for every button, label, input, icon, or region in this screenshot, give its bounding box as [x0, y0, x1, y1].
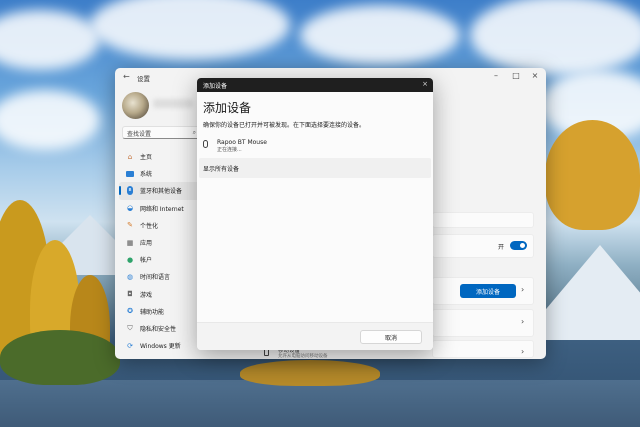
sidebar-item-label: 应用 — [140, 240, 153, 248]
dialog-footer: 取消 — [197, 322, 433, 350]
chevron-right-icon[interactable]: › — [521, 347, 524, 356]
sidebar-item-label: 个性化 — [140, 222, 159, 230]
wallpaper-cloud — [0, 90, 100, 150]
sidebar-item-label: 主页 — [140, 154, 153, 162]
user-icon: ● — [126, 255, 134, 264]
sidebar-item-label: 游戏 — [140, 291, 153, 299]
sidebar-item-personalization[interactable]: ✎ 个性化 — [119, 217, 199, 234]
maximize-icon[interactable]: □ — [509, 71, 523, 80]
display-icon — [125, 169, 135, 179]
home-icon: ⌂ — [127, 152, 133, 161]
wallpaper-tree — [240, 360, 380, 386]
close-icon[interactable]: × — [422, 80, 428, 88]
wallpaper-cloud — [0, 10, 100, 70]
device-status: 正在连接... — [217, 147, 242, 153]
bluetooth-toggle-label: 开 — [498, 244, 505, 251]
sidebar-item-label: 网络和 Internet — [140, 205, 184, 213]
settings-title: 设置 — [137, 75, 150, 83]
back-arrow-icon[interactable]: ← — [123, 72, 130, 81]
search-icon: ⌕ — [192, 129, 196, 136]
sidebar-item-privacy[interactable]: ⛉ 隐私和安全性 — [119, 320, 199, 337]
show-all-devices-label: 显示所有设备 — [203, 166, 240, 173]
wallpaper-tree — [545, 120, 640, 230]
update-icon: ⟳ — [127, 341, 133, 350]
accessibility-icon: ✪ — [127, 307, 133, 316]
sidebar-item-windows-update[interactable]: ⟳ Windows 更新 — [119, 337, 199, 354]
show-all-devices-button[interactable]: 显示所有设备 — [199, 158, 431, 178]
cancel-button[interactable]: 取消 — [360, 330, 422, 344]
sidebar-item-home[interactable]: ⌂ 主页 — [119, 148, 199, 165]
apps-icon: ▦ — [126, 238, 134, 247]
devices-card[interactable] — [432, 309, 534, 337]
sidebar-item-network[interactable]: ◒ 网络和 Internet — [119, 200, 199, 217]
sidebar-item-label: 隐私和安全性 — [140, 325, 177, 333]
search-placeholder: 查找设置 — [127, 131, 152, 138]
wallpaper-cloud — [470, 0, 640, 75]
chevron-right-icon[interactable]: › — [521, 317, 524, 326]
wallpaper-tree — [0, 330, 120, 385]
mobile-devices-card[interactable] — [432, 340, 534, 358]
dialog-heading: 添加设备 — [203, 101, 252, 115]
sidebar-item-label: 蓝牙和其他设备 — [140, 188, 183, 196]
gamepad-icon: ◘ — [127, 290, 133, 299]
sidebar-item-label: 帐户 — [140, 257, 153, 265]
add-device-dialog: 添加设备 × 添加设备 确保你的设备已打开并可被发现。在下面选择要连接的设备。 … — [197, 78, 433, 350]
minimize-icon[interactable]: – — [489, 71, 503, 80]
mobile-row-subtitle: 允许从电脑访问移动设备 — [278, 354, 328, 359]
sidebar-item-gaming[interactable]: ◘ 游戏 — [119, 286, 199, 303]
bluetooth-toggle[interactable] — [510, 241, 527, 250]
username-blurred — [153, 99, 193, 108]
sidebar-item-label: 辅助功能 — [140, 308, 165, 316]
shield-icon: ⛉ — [127, 323, 133, 332]
sidebar-item-label: Windows 更新 — [140, 343, 181, 351]
sidebar-item-system[interactable]: 系统 — [119, 165, 199, 182]
sidebar-item-accounts[interactable]: ● 帐户 — [119, 251, 199, 268]
sidebar-item-bluetooth[interactable]: ʙ 蓝牙和其他设备 — [119, 182, 199, 200]
sidebar-item-apps[interactable]: ▦ 应用 — [119, 234, 199, 251]
chevron-right-icon[interactable]: › — [521, 285, 524, 294]
brush-icon: ✎ — [127, 221, 133, 230]
sidebar-item-time-language[interactable]: ◍ 时间和语言 — [119, 268, 199, 285]
device-list-item[interactable]: Rapoo BT Mouse 正在连接... — [197, 133, 433, 157]
dialog-description: 确保你的设备已打开并可被发现。在下面选择要连接的设备。 — [203, 122, 366, 129]
close-icon[interactable]: × — [528, 71, 542, 80]
device-name: Rapoo BT Mouse — [217, 139, 267, 146]
search-input[interactable]: 查找设置 ⌕ — [122, 126, 200, 139]
wifi-icon: ◒ — [126, 204, 134, 213]
bluetooth-icon: ʙ — [127, 186, 133, 196]
mouse-icon — [203, 140, 208, 148]
dialog-window-title: 添加设备 — [203, 83, 228, 90]
globe-clock-icon: ◍ — [126, 272, 134, 281]
sidebar-item-label: 时间和语言 — [140, 274, 171, 282]
wallpaper-cloud — [300, 5, 460, 65]
settings-card — [432, 212, 534, 228]
add-device-button[interactable]: 添加设备 — [460, 284, 516, 298]
sidebar: ⌂ 主页 系统 ʙ 蓝牙和其他设备 ◒ 网络和 Internet ✎ 个性化 ▦… — [119, 148, 199, 354]
avatar[interactable] — [122, 92, 149, 119]
sidebar-item-label: 系统 — [140, 171, 153, 179]
sidebar-item-accessibility[interactable]: ✪ 辅助功能 — [119, 303, 199, 320]
dialog-titlebar: 添加设备 × — [197, 78, 433, 92]
wallpaper-cloud — [90, 0, 290, 60]
wallpaper-lake — [0, 380, 640, 427]
